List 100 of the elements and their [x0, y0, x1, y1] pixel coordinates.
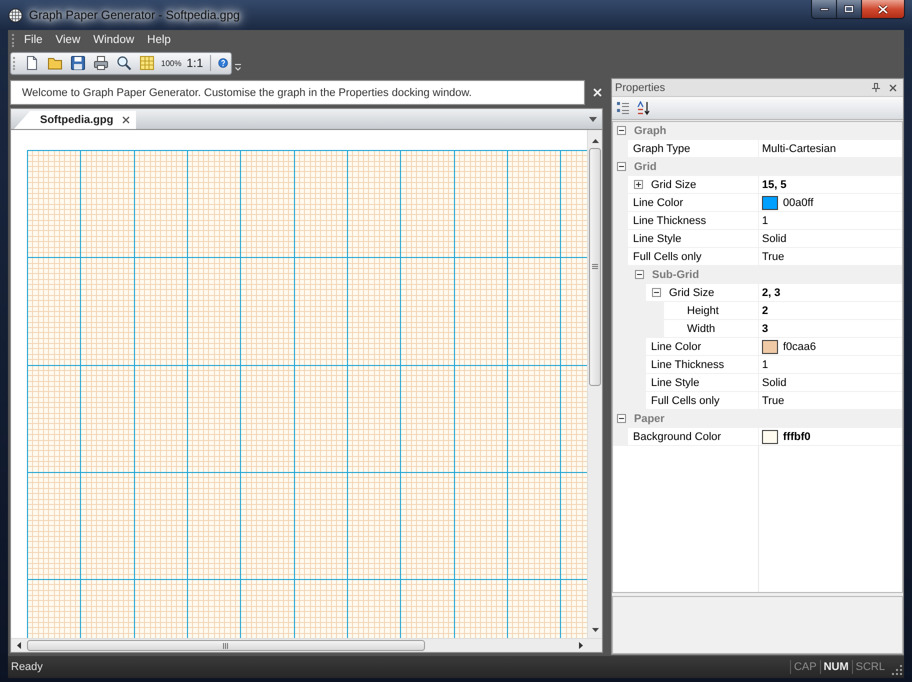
scrollbar-corner — [587, 638, 602, 652]
property-name: Full Cells only — [651, 394, 720, 406]
horizontal-scrollbar[interactable] — [11, 638, 587, 652]
minimize-button[interactable] — [811, 0, 837, 19]
toolbar-button[interactable]: 100% — [159, 53, 184, 73]
property-row[interactable]: Full Cells only True — [613, 392, 902, 410]
category-label: Paper — [634, 412, 665, 424]
magnifier-icon[interactable] — [116, 55, 132, 71]
property-row[interactable]: Height 2 — [613, 302, 902, 320]
property-value[interactable]: f0caa6 — [783, 340, 816, 352]
save-icon[interactable] — [70, 55, 86, 71]
property-name: Width — [687, 322, 716, 334]
category-label: Grid — [634, 160, 657, 172]
property-row[interactable]: Grid Size 2, 3 — [613, 284, 902, 302]
minus-box-icon[interactable] — [617, 126, 626, 135]
arrow-down-icon[interactable] — [592, 628, 598, 632]
maximize-icon — [844, 5, 854, 13]
category-label: Sub-Grid — [652, 268, 700, 280]
size-grip-icon[interactable] — [892, 665, 902, 675]
close-icon — [878, 4, 888, 14]
property-value[interactable]: 1 — [762, 358, 768, 370]
open-folder-icon[interactable] — [47, 55, 63, 71]
property-value[interactable]: fffbf0 — [783, 430, 810, 442]
arrow-up-icon[interactable] — [592, 139, 598, 143]
property-row[interactable]: Width 3 — [613, 320, 902, 338]
help-icon[interactable] — [218, 55, 228, 71]
property-row[interactable]: Line Color f0caa6 — [613, 338, 902, 356]
property-name: Line Thickness — [633, 214, 706, 226]
property-row[interactable]: Grid Size 15, 5 — [613, 176, 902, 194]
grid-icon[interactable] — [139, 55, 155, 71]
property-row[interactable]: Background Color fffbf0 — [613, 428, 902, 446]
property-row[interactable]: Full Cells only True — [613, 248, 902, 266]
property-name: Line Thickness — [651, 358, 724, 370]
scrollbar-thumb[interactable] — [27, 640, 425, 651]
property-name: Full Cells only — [633, 250, 702, 262]
property-value[interactable]: 3 — [762, 322, 768, 334]
close-button[interactable] — [862, 0, 905, 19]
document-tab[interactable]: Softpedia.gpg — [14, 111, 136, 129]
vertical-scrollbar[interactable] — [587, 130, 602, 638]
property-value[interactable]: 1 — [762, 214, 768, 226]
printer-icon[interactable] — [93, 55, 109, 71]
property-row[interactable]: Line Thickness 1 — [613, 212, 902, 230]
menu-item[interactable]: Window — [87, 31, 142, 49]
property-name: Line Color — [633, 196, 684, 208]
grip-icon[interactable] — [13, 56, 16, 70]
pin-icon[interactable] — [872, 83, 880, 92]
chevron-down-icon[interactable] — [235, 62, 241, 72]
property-value[interactable]: 15, 5 — [762, 178, 786, 190]
window-title: Graph Paper Generator - Softpedia.gpg — [29, 8, 240, 22]
property-name: Line Style — [651, 376, 700, 388]
property-row[interactable]: Line Style Solid — [613, 230, 902, 248]
property-row[interactable]: Graph Type Multi-Cartesian — [613, 140, 902, 158]
grip-icon — [223, 642, 229, 648]
close-icon[interactable] — [122, 116, 130, 124]
property-name: Graph Type — [633, 142, 690, 154]
info-bar: Welcome to Graph Paper Generator. Customise the graph in the Properties docking window. — [10, 80, 585, 105]
category-row[interactable]: Sub-Grid — [613, 266, 902, 284]
arrow-left-icon[interactable] — [17, 642, 21, 649]
sort-icon[interactable] — [636, 101, 650, 115]
category-row[interactable]: Grid — [613, 158, 902, 176]
minus-box-icon[interactable] — [617, 162, 626, 171]
scrollbar-thumb[interactable] — [589, 148, 601, 386]
property-name: Background Color — [633, 430, 722, 442]
property-value[interactable]: 2, 3 — [762, 286, 780, 298]
category-row[interactable]: Graph — [613, 122, 902, 140]
maximize-button[interactable] — [837, 0, 862, 19]
status-indicator: NUM — [820, 660, 852, 674]
caret-down-icon[interactable] — [589, 116, 597, 122]
minus-box-icon[interactable] — [635, 270, 644, 279]
new-document-icon[interactable] — [24, 55, 40, 71]
category-label: Graph — [634, 124, 666, 136]
property-value[interactable]: True — [762, 394, 784, 406]
menu-item[interactable]: Help — [141, 31, 178, 49]
property-value[interactable]: 2 — [762, 304, 768, 316]
toolbar-button[interactable]: 1:1 — [183, 53, 206, 73]
property-value[interactable]: Solid — [762, 232, 786, 244]
property-name: Height — [687, 304, 719, 316]
property-row[interactable]: Line Style Solid — [613, 374, 902, 392]
property-row[interactable]: Line Color 00a0ff — [613, 194, 902, 212]
category-row[interactable]: Paper — [613, 410, 902, 428]
plus-box-icon[interactable] — [634, 180, 643, 189]
property-value[interactable]: Multi-Cartesian — [762, 142, 836, 154]
property-name: Grid Size — [669, 286, 714, 298]
menu-item[interactable]: View — [50, 31, 88, 49]
status-indicator: CAP — [790, 660, 820, 674]
arrow-right-icon[interactable] — [579, 642, 583, 649]
property-value[interactable]: Solid — [762, 376, 786, 388]
property-row[interactable]: Line Thickness 1 — [613, 356, 902, 374]
list-icon[interactable] — [616, 101, 630, 115]
property-value[interactable]: 00a0ff — [783, 196, 814, 208]
property-value[interactable]: True — [762, 250, 784, 262]
status-indicator: SCRL — [852, 660, 888, 674]
close-icon[interactable] — [889, 84, 897, 92]
minimize-icon — [820, 8, 828, 10]
menu-item[interactable]: File — [18, 31, 50, 49]
minus-box-icon[interactable] — [652, 288, 661, 297]
minus-box-icon[interactable] — [617, 414, 626, 423]
panel-title: Properties — [615, 82, 666, 94]
property-name: Line Style — [633, 232, 682, 244]
grip-icon[interactable] — [12, 34, 15, 46]
